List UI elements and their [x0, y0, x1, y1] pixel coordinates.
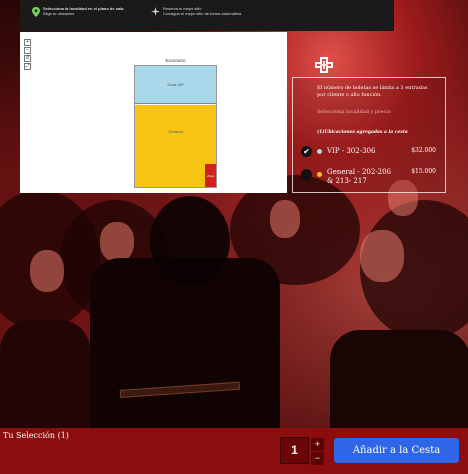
general-row-name-cont: & 213- 217 — [327, 177, 367, 185]
zone-general-label: General — [168, 129, 183, 134]
zone-vip[interactable]: Zona VIP — [135, 66, 216, 104]
fullscreen-button[interactable]: ⤢ — [24, 63, 31, 70]
map-pin-icon — [32, 7, 40, 17]
add-to-cart-button[interactable]: Añadir a la Cesta — [334, 438, 459, 463]
stage-label: Escenario — [165, 58, 186, 63]
zone-vip-label: Zona VIP — [167, 82, 184, 87]
added-seats-label: (1)Ubicaciones agregadas a la cesta — [317, 130, 408, 135]
quantity-decrease-button[interactable]: − — [311, 452, 324, 465]
quantity-input[interactable]: 1 — [280, 437, 309, 464]
general-row-name: General - 202-206 — [327, 168, 392, 176]
zoom-in-button[interactable]: + — [24, 39, 31, 46]
ticket-selection-panel: El número de boletas se limita a 3 entra… — [292, 77, 446, 193]
zone-small-label: Zona — [207, 173, 214, 178]
select-price-label: Selecciona localidad y precio — [317, 109, 391, 115]
general-row-price: $15.000 — [411, 168, 436, 175]
reset-view-button[interactable]: ⊙ — [24, 55, 31, 62]
cart-bar: Tu Selección (1) 1 + − Añadir a la Cesta — [0, 428, 468, 474]
quantity-increase-button[interactable]: + — [311, 438, 324, 451]
selection-count-label: Tu Selección (1) — [3, 431, 69, 440]
check-icon[interactable]: ✔ — [301, 146, 312, 157]
limit-notice-line1: El número de boletas se limita a 3 entra… — [317, 85, 428, 91]
select-on-map-option[interactable]: Selecciona la localidad en el plano de s… — [43, 6, 123, 16]
top-instructions-bar: Selecciona la localidad en el plano de s… — [20, 0, 394, 31]
general-color-dot — [317, 172, 322, 177]
sparkle-icon — [151, 7, 160, 17]
venue-layout: Zona VIP General Zona — [134, 65, 217, 188]
zone-small[interactable]: Zona — [205, 164, 216, 187]
vip-row-name: VIP - 302-306 — [327, 147, 376, 155]
select-on-map-subtitle: Elige tu ubicación — [43, 11, 75, 16]
vip-color-dot — [317, 149, 322, 154]
best-seat-subtitle: Consigue el mejor sitio de forma automát… — [163, 11, 242, 16]
limit-notice-line2: por cliente o año función. — [317, 92, 382, 98]
vip-row-price: $32.000 — [411, 147, 436, 154]
venue-logo — [313, 55, 335, 75]
zone-general[interactable]: General — [135, 105, 216, 187]
zoom-out-button[interactable]: − — [24, 47, 31, 54]
best-seat-option[interactable]: Reserva el mejor sitio Consigue el mejor… — [163, 6, 241, 16]
unchecked-circle-icon[interactable] — [301, 169, 312, 180]
seat-map[interactable]: + − ⊙ ⤢ Escenario Zona VIP General Zona — [20, 32, 287, 193]
